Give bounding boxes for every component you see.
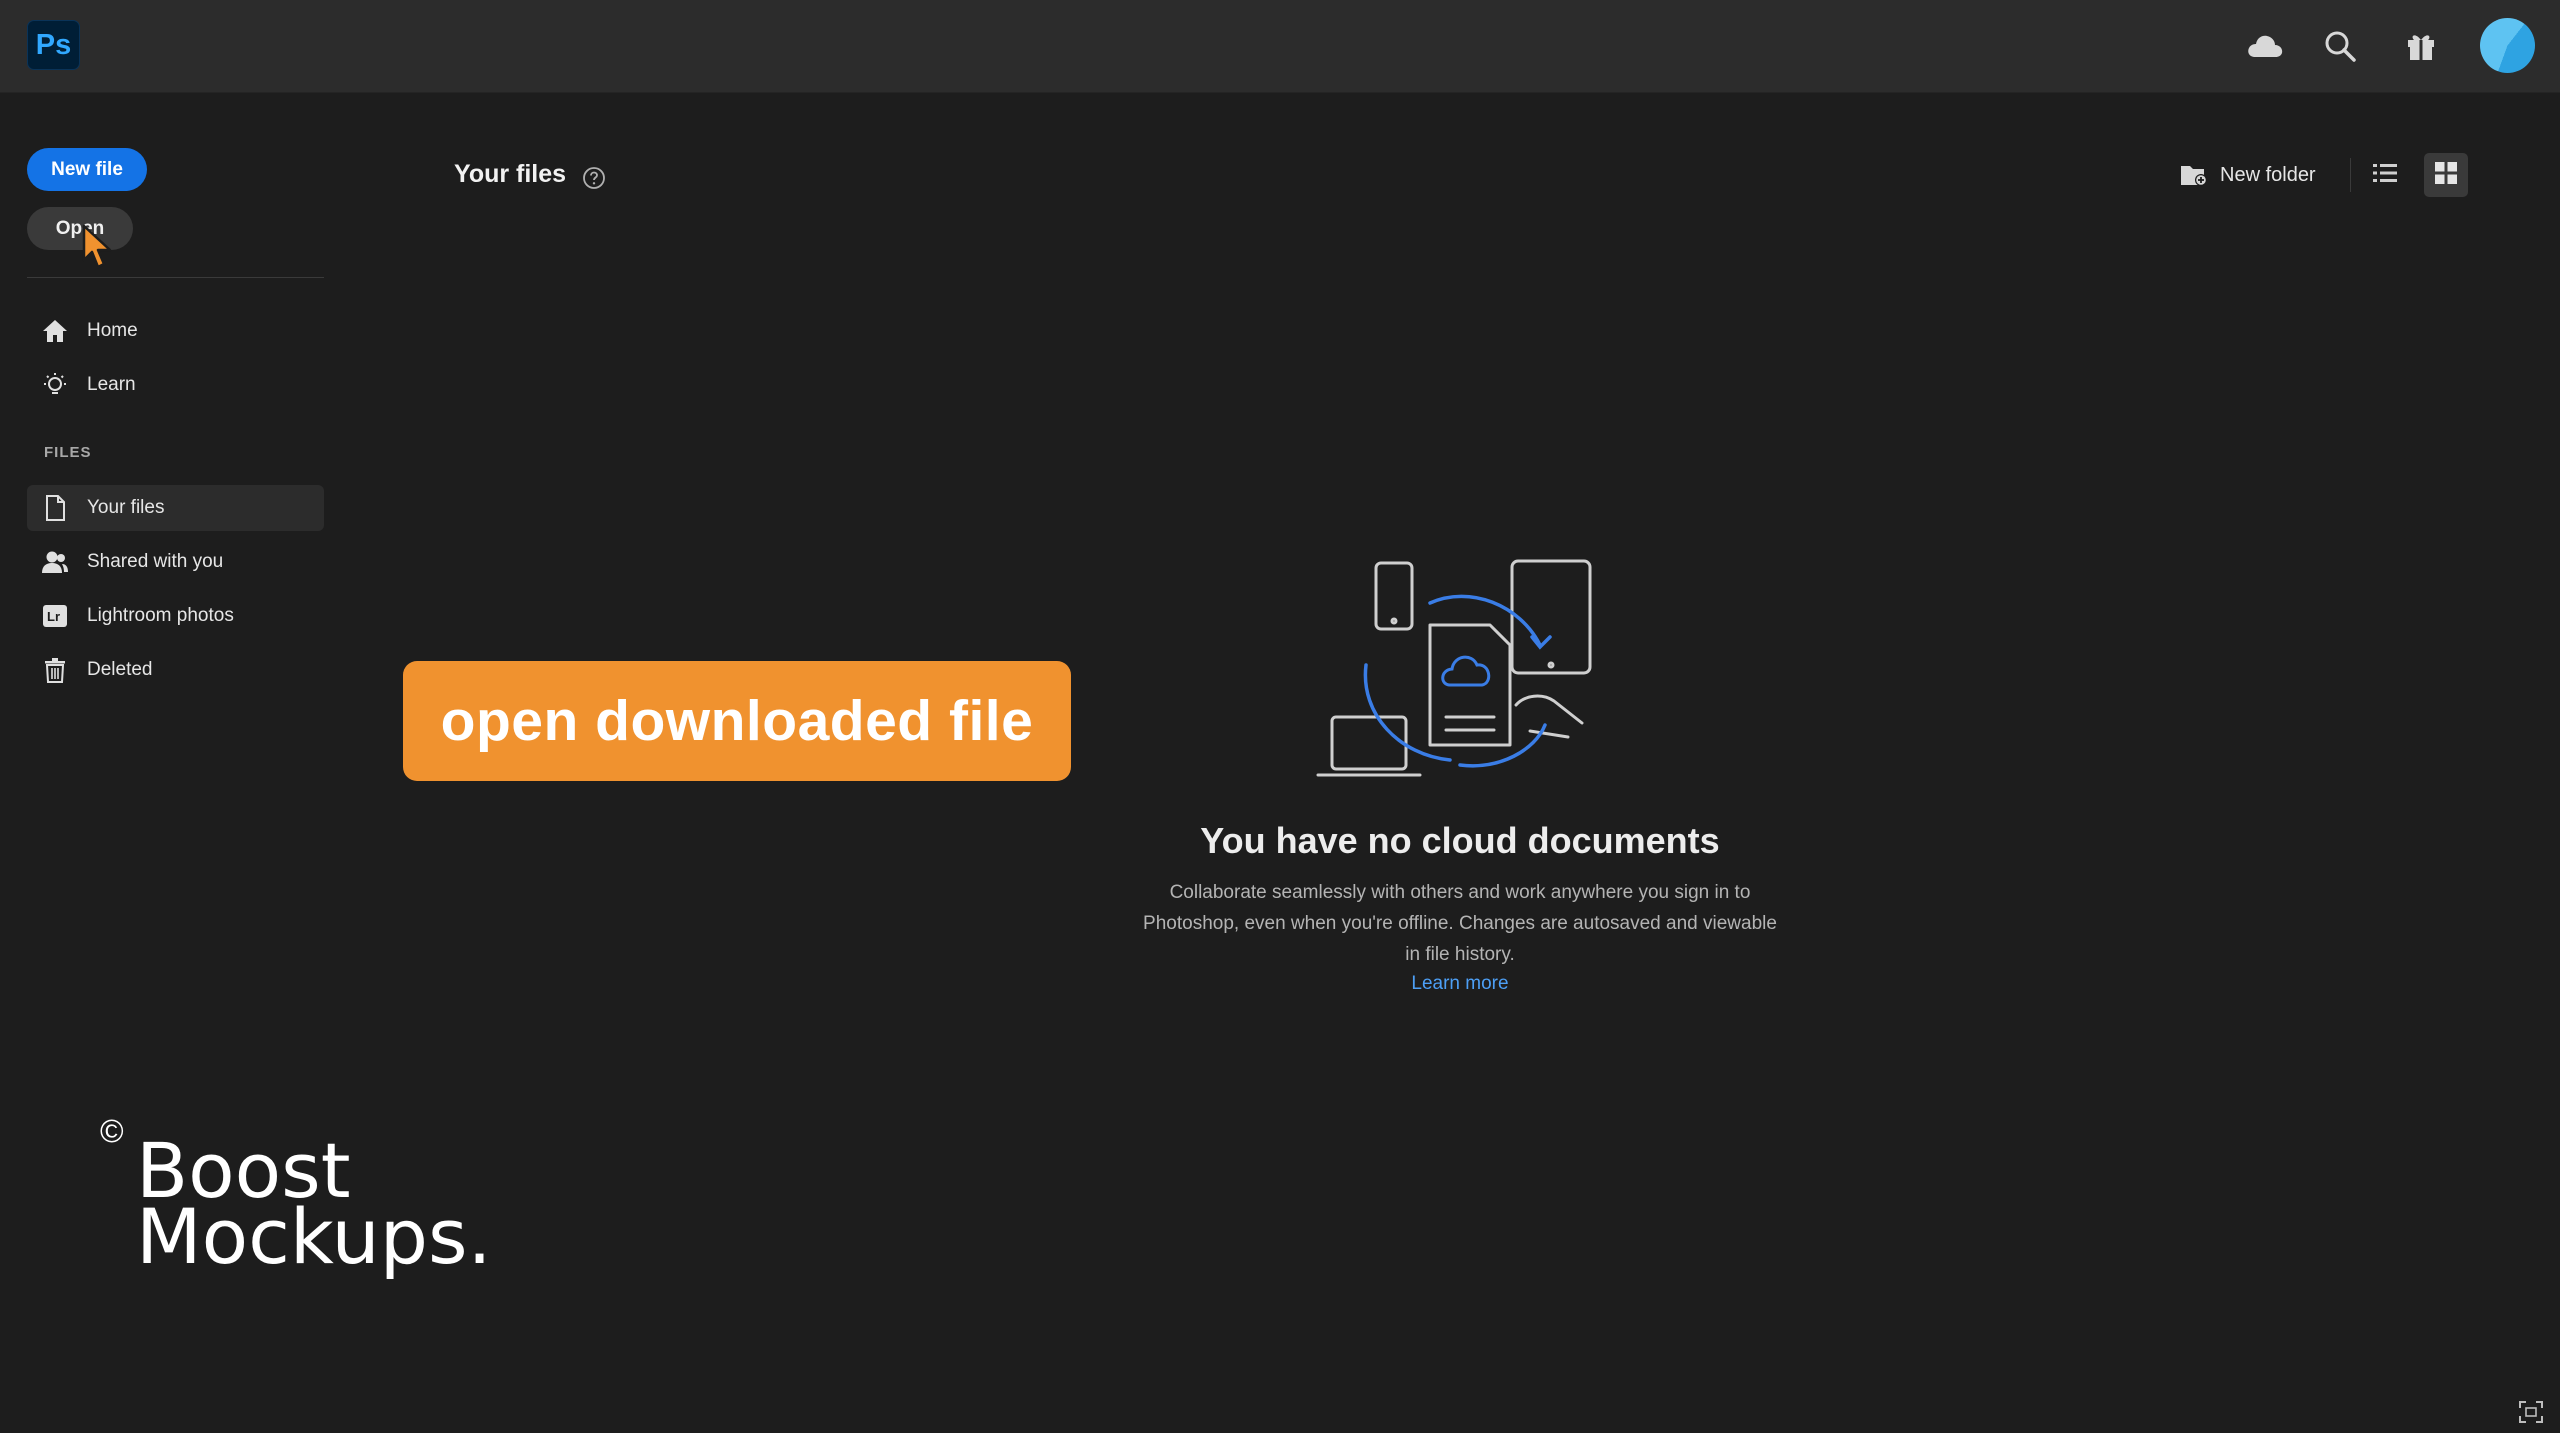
lightroom-icon: Lr bbox=[41, 602, 69, 630]
svg-text:Lr: Lr bbox=[47, 609, 60, 624]
trash-icon bbox=[41, 656, 69, 684]
people-icon bbox=[41, 548, 69, 576]
cloud-sync-illustration bbox=[1310, 555, 1610, 800]
files-section-label: FILES bbox=[44, 444, 92, 461]
watermark-line2: Mockups. bbox=[136, 1192, 492, 1281]
sidebar-item-your-files[interactable]: Your files bbox=[27, 485, 324, 531]
sidebar-item-label: Learn bbox=[87, 374, 136, 395]
new-folder-label: New folder bbox=[2220, 163, 2316, 186]
search-icon[interactable] bbox=[2318, 24, 2362, 68]
gift-icon[interactable] bbox=[2399, 24, 2443, 68]
home-icon bbox=[41, 317, 69, 345]
sidebar-item-label: Home bbox=[87, 320, 138, 341]
new-folder-button[interactable]: New folder bbox=[2180, 155, 2316, 195]
grid-view-icon bbox=[2434, 161, 2458, 190]
view-divider bbox=[2350, 158, 2351, 192]
new-folder-icon bbox=[2180, 163, 2208, 187]
copyright-symbol: © bbox=[100, 1113, 124, 1149]
file-icon bbox=[41, 494, 69, 522]
top-bar: Ps bbox=[0, 0, 2560, 93]
sidebar-item-deleted[interactable]: Deleted bbox=[27, 647, 324, 693]
learn-more-link[interactable]: Learn more bbox=[1260, 973, 1660, 995]
new-file-button[interactable]: New file bbox=[27, 148, 147, 191]
screenshot-icon[interactable] bbox=[2518, 1400, 2544, 1429]
empty-state-description: Collaborate seamlessly with others and w… bbox=[1143, 882, 1777, 965]
sidebar-divider bbox=[27, 277, 324, 278]
instruction-banner: open downloaded file bbox=[403, 661, 1071, 781]
user-avatar[interactable] bbox=[2480, 18, 2535, 73]
cloud-icon[interactable] bbox=[2243, 24, 2287, 68]
sidebar-item-home[interactable]: Home bbox=[27, 308, 324, 354]
sidebar-item-lightroom-photos[interactable]: Lr Lightroom photos bbox=[27, 593, 324, 639]
sidebar-item-shared-with-you[interactable]: Shared with you bbox=[27, 539, 324, 585]
sidebar-item-label: Lightroom photos bbox=[87, 605, 234, 626]
open-button[interactable]: Open bbox=[27, 207, 133, 250]
mouse-cursor-icon bbox=[82, 224, 116, 275]
lightbulb-icon bbox=[41, 371, 69, 399]
page-title: Your files bbox=[454, 160, 567, 188]
help-icon[interactable] bbox=[582, 166, 606, 195]
photoshop-home-screen: Ps New file Open Home Learn FILES Your f… bbox=[0, 0, 2560, 1433]
sidebar-item-learn[interactable]: Learn bbox=[27, 362, 324, 408]
grid-view-button[interactable] bbox=[2424, 153, 2468, 197]
sidebar-item-label: Deleted bbox=[87, 659, 153, 680]
list-view-button[interactable] bbox=[2363, 153, 2407, 197]
empty-state-title: You have no cloud documents bbox=[1200, 820, 1720, 861]
sidebar-item-label: Your files bbox=[87, 497, 165, 518]
photoshop-logo[interactable]: Ps bbox=[27, 20, 80, 70]
list-view-icon bbox=[2372, 162, 2398, 189]
sidebar-item-label: Shared with you bbox=[87, 551, 224, 572]
